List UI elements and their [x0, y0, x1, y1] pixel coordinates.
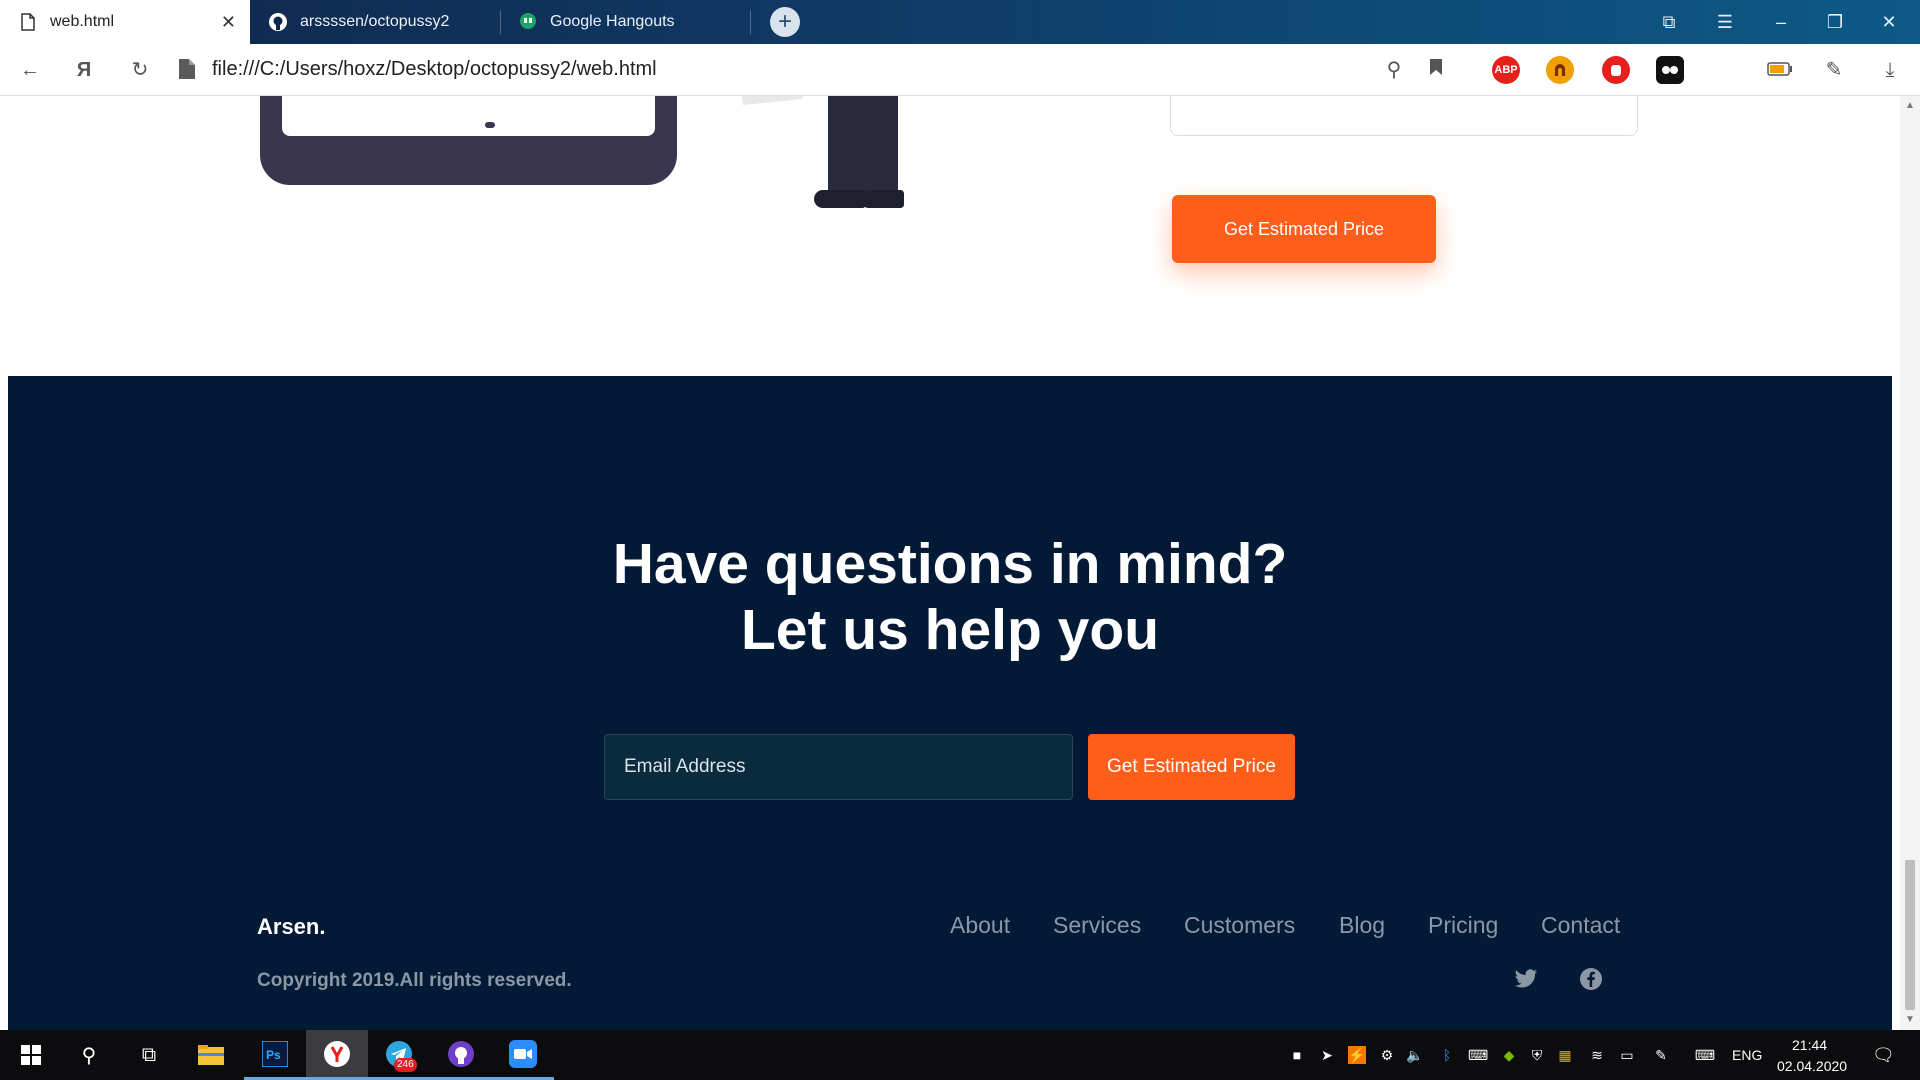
battery-icon[interactable] [1766, 56, 1794, 84]
minimize-icon[interactable]: – [1766, 8, 1796, 36]
scrollbar-thumb[interactable] [1905, 860, 1915, 1010]
github-desktop-icon[interactable] [430, 1030, 492, 1080]
zoom-icon[interactable] [492, 1030, 554, 1080]
search-icon[interactable]: ⚲ [58, 1030, 120, 1080]
facebook-icon[interactable] [1578, 966, 1604, 992]
tab-label: arssssen/octopussy2 [300, 13, 450, 30]
shield-icon[interactable]: ⛨ [1528, 1046, 1546, 1064]
language-indicator[interactable]: ENG [1732, 1047, 1762, 1063]
github-icon [268, 12, 288, 32]
twitter-icon[interactable] [1513, 966, 1539, 992]
person-leg-illustration [862, 96, 898, 196]
tab-label: Google Hangouts [550, 13, 675, 30]
tab-separator [750, 10, 751, 34]
search-icon[interactable]: ⚲ [1380, 56, 1408, 84]
new-tab-button[interactable]: + [770, 7, 800, 37]
hangouts-icon [518, 12, 538, 32]
shoe-illustration [814, 190, 866, 208]
email-field[interactable] [604, 734, 1073, 800]
network-tray-icon[interactable]: ⚙ [1378, 1046, 1396, 1064]
input-icon[interactable]: ⌨ [1468, 1046, 1488, 1064]
footer-link-blog[interactable]: Blog [1339, 912, 1385, 939]
telegram-icon[interactable] [368, 1030, 430, 1080]
svg-text:Ps: Ps [266, 1048, 281, 1062]
headline-line-1: Have questions in mind? [612, 532, 1288, 596]
reload-icon[interactable]: ↻ [126, 56, 154, 84]
shoe-illustration [860, 190, 904, 208]
back-arrow-icon[interactable]: ← [16, 56, 44, 84]
laptop-detail [485, 122, 495, 128]
address-bar: ← Я ↻ file:///C:/Users/hoxz/Desktop/octo… [0, 44, 1920, 96]
clock-time[interactable]: 21:44 [1792, 1037, 1827, 1053]
keyboard-icon[interactable]: ⌨ [1690, 1046, 1720, 1064]
page-icon [18, 12, 38, 32]
close-window-icon[interactable]: ✕ [1874, 8, 1904, 36]
footer-headline: Have questions in mind? Let us help you [8, 531, 1892, 663]
file-icon [178, 58, 200, 82]
yandex-logo-icon[interactable]: Я [70, 56, 98, 84]
laptop-illustration [260, 96, 677, 185]
file-explorer-icon[interactable] [180, 1030, 242, 1080]
footer-link-pricing[interactable]: Pricing [1428, 912, 1498, 939]
colorful-app-icon[interactable]: ▦ [1556, 1046, 1574, 1064]
footer-link-services[interactable]: Services [1053, 912, 1141, 939]
menu-icon[interactable]: ☰ [1710, 8, 1740, 36]
app-tray-icon[interactable]: ⚡ [1348, 1046, 1366, 1064]
url-input[interactable]: file:///C:/Users/hoxz/Desktop/octopussy2… [212, 58, 657, 81]
bluetooth-icon[interactable]: ᛒ [1438, 1046, 1456, 1064]
laptop-screen [282, 96, 655, 136]
page-viewport: Get Estimated Price Have questions in mi… [0, 96, 1900, 1030]
tabs-overview-icon[interactable]: ⧉ [1654, 8, 1684, 36]
tampermonkey-icon[interactable] [1656, 56, 1684, 84]
nvidia-icon[interactable]: ◆ [1500, 1046, 1518, 1064]
tab-web-html[interactable]: web.html ✕ [0, 0, 250, 44]
volume-icon[interactable]: 🔈 [1406, 1046, 1424, 1064]
scroll-down-arrow-icon[interactable]: ▼ [1904, 1014, 1916, 1025]
bookmark-icon[interactable] [1422, 56, 1450, 84]
telegram-unread-badge: 246 [394, 1058, 417, 1072]
notes-icon[interactable]: ✎ [1820, 56, 1848, 84]
battery-tray-icon[interactable]: ▭ [1618, 1046, 1636, 1064]
get-estimated-price-button-footer[interactable]: Get Estimated Price [1088, 734, 1295, 800]
footer-link-customers[interactable]: Customers [1184, 912, 1295, 939]
footer-link-contact[interactable]: Contact [1541, 912, 1620, 939]
restore-icon[interactable]: ❐ [1820, 8, 1850, 36]
brand-logo[interactable]: Arsen. [257, 914, 325, 940]
form-textarea[interactable] [1170, 96, 1638, 136]
tab-hangouts[interactable]: Google Hangouts [500, 0, 750, 44]
tab-github[interactable]: arssssen/octopussy2 [250, 0, 500, 44]
wifi-icon[interactable]: ≋ [1588, 1046, 1606, 1064]
notifications-icon[interactable]: 🗨 [1872, 1046, 1895, 1064]
pen-icon[interactable]: ✎ [1652, 1046, 1670, 1064]
task-view-icon[interactable]: ⧉ [118, 1030, 180, 1080]
windows-start-icon[interactable] [0, 1030, 62, 1080]
stop-extension-icon[interactable] [1602, 56, 1630, 84]
telegram-tray-icon[interactable]: ➤ [1318, 1046, 1336, 1064]
scroll-up-arrow-icon[interactable]: ▲ [1904, 100, 1916, 111]
browser-tab-bar: web.html ✕ arssssen/octopussy2 Google Ha… [0, 0, 1920, 44]
page-scrollbar[interactable]: ▲ ▼ [1900, 96, 1920, 1030]
zoom-tray-icon[interactable]: ■ [1288, 1046, 1306, 1064]
copyright-text: Copyright 2019.All rights reserved. [257, 970, 572, 991]
tab-label: web.html [50, 13, 115, 30]
person-leg-illustration [828, 96, 864, 196]
photoshop-icon[interactable]: Ps [244, 1030, 306, 1080]
download-icon[interactable]: ⤓ [1876, 56, 1904, 84]
adblock-plus-icon[interactable]: ABP [1492, 56, 1520, 84]
yandex-browser-icon[interactable] [306, 1030, 368, 1080]
paper-illustration [741, 96, 803, 106]
get-estimated-price-button[interactable]: Get Estimated Price [1172, 195, 1436, 263]
ublock-extension-icon[interactable] [1546, 56, 1574, 84]
close-icon[interactable]: ✕ [221, 12, 236, 33]
footer-section: Have questions in mind? Let us help you … [8, 376, 1892, 1030]
clock-date[interactable]: 02.04.2020 [1777, 1058, 1847, 1074]
windows-taskbar: ⚲ ⧉ Ps ■ ➤ ⚡ ⚙ 🔈 ᛒ ⌨ ◆ ⛨ ▦ ≋ ▭ ✎ ⌨ ENG 2… [0, 1030, 1920, 1080]
headline-line-2: Let us help you [740, 598, 1160, 662]
footer-link-about[interactable]: About [950, 912, 1010, 939]
